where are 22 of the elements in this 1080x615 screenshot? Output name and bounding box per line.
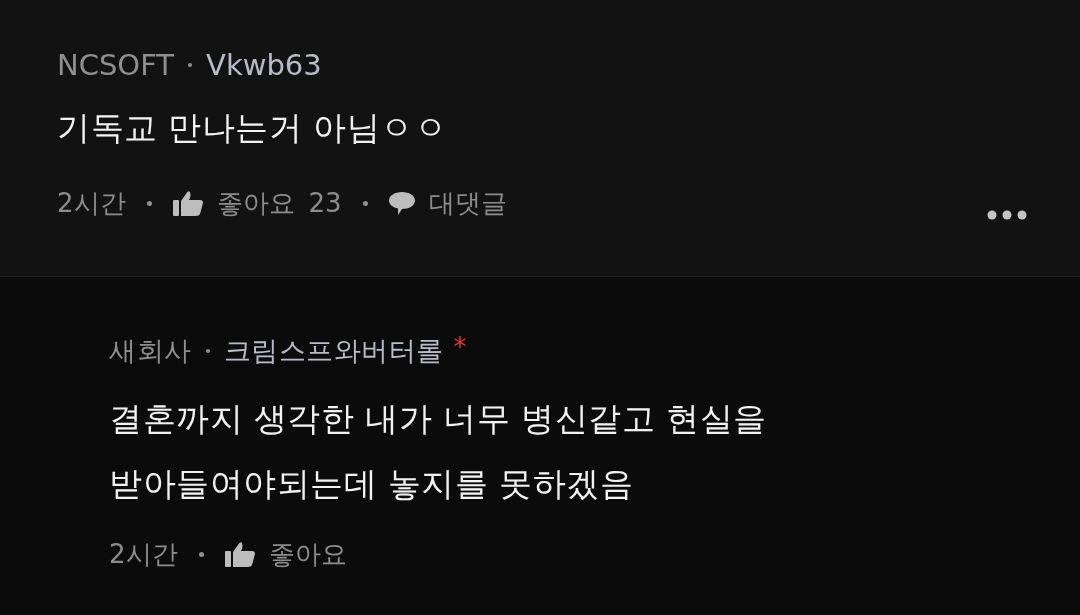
like-button[interactable]: 좋아요 23 — [172, 185, 342, 221]
comment-text: 기독교 만나는거 아님ㅇㅇ — [57, 107, 448, 149]
author-name[interactable]: Vkwb63 — [206, 47, 322, 83]
speech-bubble-icon — [388, 191, 415, 215]
dot-icon — [205, 349, 210, 353]
more-icon — [987, 210, 1027, 220]
time-label: 2시간 — [109, 537, 178, 571]
dot-icon — [362, 200, 368, 206]
comment-text: 결혼까지 생각한 내가 너무 병신같고 현실을 받아들여야되는데 놓지를 못하겠음 — [109, 398, 768, 505]
thumbs-up-icon — [224, 541, 255, 567]
asterisk-mark: * — [453, 334, 467, 360]
time-label: 2시간 — [57, 186, 126, 220]
dot-icon — [198, 551, 204, 557]
dot-icon — [146, 200, 152, 206]
more-options-button[interactable] — [987, 210, 1027, 220]
company-name: NCSOFT — [57, 47, 175, 83]
like-button[interactable]: 좋아요 — [224, 536, 347, 572]
reply-button[interactable]: 대댓글 — [388, 185, 507, 221]
company-name: 새회사 — [109, 334, 192, 368]
dot-icon — [188, 63, 193, 67]
author-name[interactable]: 크림스프와버터롤 — [223, 334, 444, 368]
thumbs-up-icon — [172, 190, 203, 216]
